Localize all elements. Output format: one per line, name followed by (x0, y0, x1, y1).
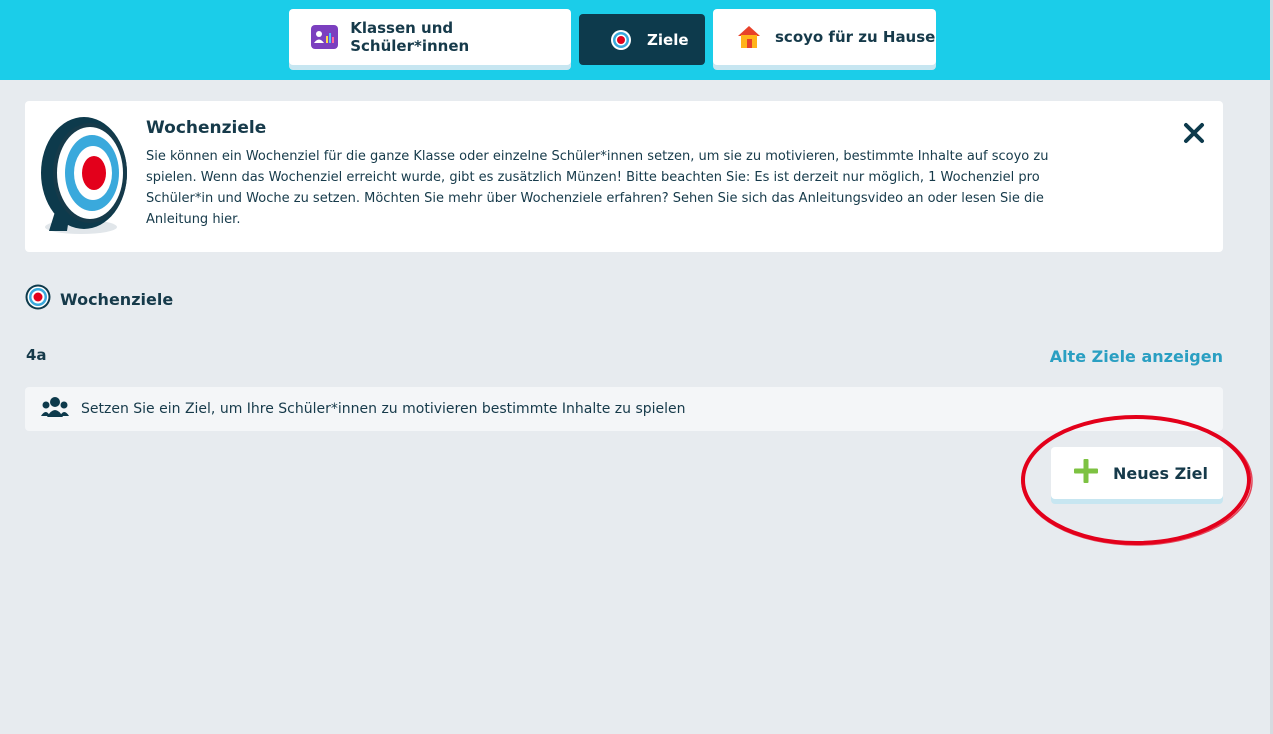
target-icon (25, 284, 51, 314)
weekly-goals-info-card: Wochenziele Sie können ein Wochenziel fü… (25, 101, 1223, 252)
student-group-icon (41, 395, 69, 423)
house-icon (735, 23, 763, 51)
tab-goals[interactable]: Ziele (579, 14, 705, 65)
tab-label: scoyo für zu Hause (775, 28, 936, 46)
tab-classes-and-students[interactable]: Klassen und Schüler*innen (289, 9, 571, 65)
class-card-icon (311, 23, 339, 51)
annotation-highlight-circle (1018, 410, 1258, 554)
target-illustration-icon (37, 115, 129, 241)
close-icon[interactable] (1183, 122, 1205, 144)
section-title: Wochenziele (60, 289, 174, 309)
tab-scoyo-at-home[interactable]: scoyo für zu Hause (713, 9, 936, 65)
class-name: 4a (26, 346, 47, 364)
info-title: Wochenziele (146, 118, 267, 138)
tab-label: Klassen und Schüler*innen (350, 19, 470, 55)
show-old-goals-link[interactable]: Alte Ziele anzeigen (1050, 347, 1223, 366)
section-header: Wochenziele (25, 284, 174, 314)
top-navigation-bar: Klassen und Schüler*innen Ziele scoyo fü… (0, 0, 1273, 80)
target-icon (607, 26, 635, 54)
hint-text: Setzen Sie ein Ziel, um Ihre Schüler*inn… (81, 401, 686, 417)
info-description: Sie können ein Wochenziel für die ganze … (146, 149, 1049, 227)
tab-label: Ziele (647, 30, 689, 49)
